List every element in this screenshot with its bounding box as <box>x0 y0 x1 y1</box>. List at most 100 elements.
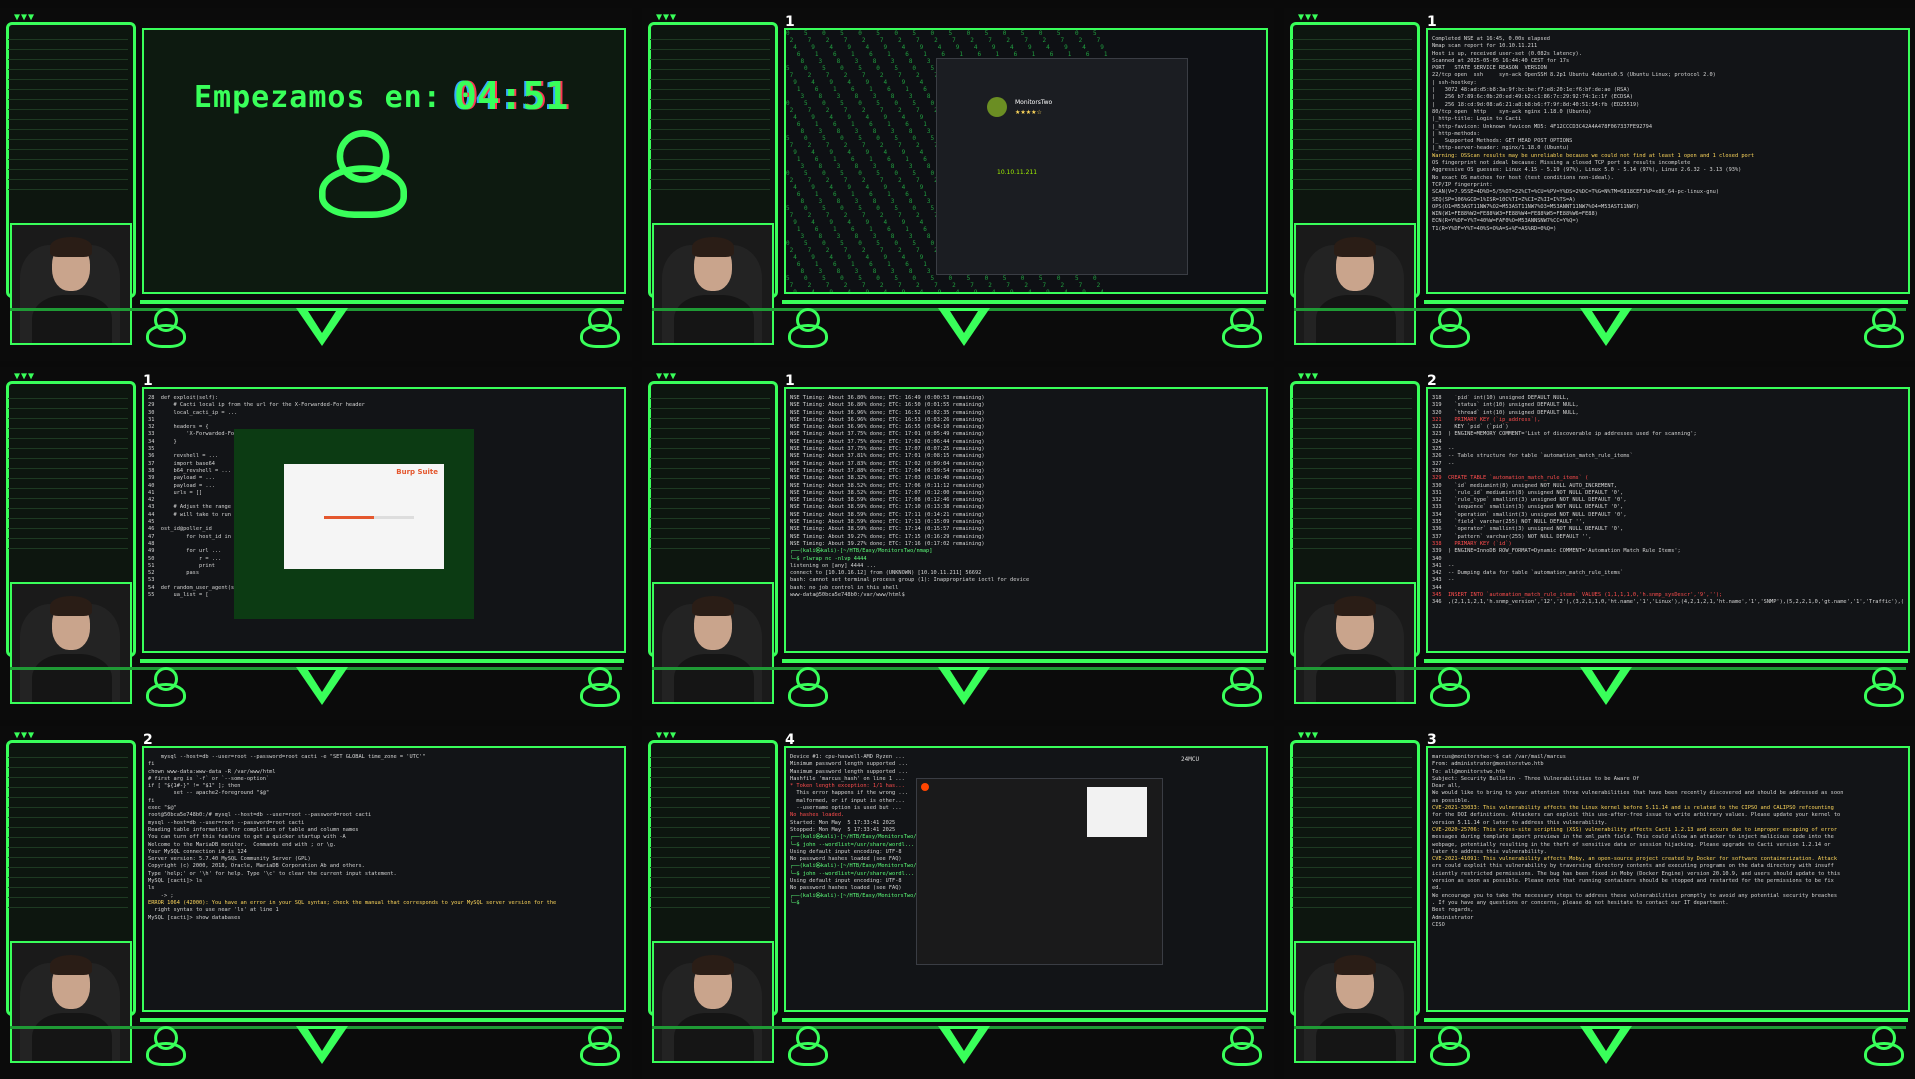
chat-message <box>650 818 770 828</box>
terminal-line: Host is up, received user-set (0.082s la… <box>1432 50 1582 57</box>
duck-logo-icon <box>146 667 186 707</box>
streamer-hair-icon <box>50 596 92 616</box>
chat-message <box>650 180 770 190</box>
streamer-hair-icon <box>692 237 734 257</box>
triangle-inner-icon <box>1592 1029 1620 1051</box>
code-line: 29 # Cacti local ip from the url for the… <box>148 402 365 409</box>
terminal-line: NSE Timing: About 37.75% done; ETC: 17:0… <box>790 446 985 453</box>
chat-message <box>1292 150 1412 160</box>
chat-message <box>1292 180 1412 190</box>
chat-message <box>1292 120 1412 130</box>
burp-splash-window: Burp Suite <box>284 464 444 569</box>
chat-message <box>1292 509 1412 519</box>
chat-message <box>1292 878 1412 888</box>
terminal-line: NSE Timing: About 36.80% done; ETC: 16:5… <box>790 402 985 409</box>
frame-divider <box>140 659 624 663</box>
duck-body-icon <box>146 1042 186 1066</box>
chat-message <box>8 479 128 489</box>
terminal-line: 341 -- <box>1432 562 1455 569</box>
chat-message <box>1292 758 1412 768</box>
chat-message <box>650 449 770 459</box>
chat-message <box>1292 788 1412 798</box>
terminal-output: NSE Timing: About 36.80% done; ETC: 16:4… <box>790 395 1262 647</box>
terminal-line: 80/tcp open http syn-ack nginx 1.18.0 (U… <box>1432 108 1592 115</box>
terminal-line: 340 <box>1432 555 1442 562</box>
terminal-line: Welcome to the MariaDB monitor. Commands… <box>148 841 337 848</box>
thumbnail-tile: ▼▼▼ 1 NSE Timing: About 36.80% done; ETC:… <box>642 367 1274 720</box>
chat-message <box>1292 868 1412 878</box>
chat-message <box>1292 50 1412 60</box>
terminal-line: No exact OS matches for host (test condi… <box>1432 174 1614 181</box>
terminal-line: NSE Timing: About 38.59% done; ETC: 17:1… <box>790 511 985 518</box>
terminal-line: CVE-2020-25706: This cross-site scriptin… <box>1432 826 1838 833</box>
duck-logo-icon <box>1222 667 1262 707</box>
terminal-line: T1(R=Y%DF=Y%T=40%S=O%A=S+%F=AS%RD=0%Q=) <box>1432 225 1557 232</box>
chat-message <box>650 399 770 409</box>
duck-body-icon <box>1222 324 1262 348</box>
chat-message <box>8 509 128 519</box>
terminal-line: fi <box>148 797 155 804</box>
streamer-body-icon <box>1316 295 1396 343</box>
terminal-line: NSE Timing: About 36.96% done; ETC: 16:5… <box>790 409 985 416</box>
duck-body-icon <box>580 324 620 348</box>
terminal-line: connect to [10.10.16.12] from (UNKNOWN) … <box>790 570 982 577</box>
terminal-output: 318 `pid` int(10) unsigned DEFAULT NULL,… <box>1432 395 1904 647</box>
streamer-body-icon <box>674 295 754 343</box>
duck-logo-icon <box>1430 667 1470 707</box>
side-label: 24MCU <box>1181 756 1200 763</box>
chat-message <box>650 459 770 469</box>
chat-message <box>1292 130 1412 140</box>
chat-message <box>1292 90 1412 100</box>
triangle-inner-icon <box>950 1029 978 1051</box>
terminal-line: 333 `sequence` smallint(3) unsigned NOT … <box>1432 504 1624 511</box>
duck-logo-icon <box>788 667 828 707</box>
screen-capture: Device #1: cpu-haswell-AMD Ryzen ... Mini… <box>784 746 1268 1012</box>
chat-message <box>8 469 128 479</box>
countdown-timer: 04:51 <box>454 74 569 118</box>
thumbnail-tile: ▼▼▼ 2 mysql --host=db --user=root --pass… <box>0 726 632 1079</box>
frame-divider <box>1424 659 1908 663</box>
terminal-line: mysql --host=db --user=root --password=r… <box>148 819 305 826</box>
chat-message <box>8 419 128 429</box>
chat-message <box>1292 70 1412 80</box>
chat-message <box>650 120 770 130</box>
terminal-line: CISO <box>1432 921 1445 928</box>
screen-capture: 28 def exploit(self): 29 # Cacti local ip… <box>142 387 626 653</box>
chat-message <box>650 888 770 898</box>
terminal-line: NSE Timing: About 38.59% done; ETC: 17:0… <box>790 497 985 504</box>
terminal-line: marcus@monitorstwo:~$ cat /var/mail/marc… <box>1432 754 1566 760</box>
terminal-line: Device #1: cpu-haswell-AMD Ryzen ... <box>790 754 905 760</box>
chat-message <box>8 110 128 120</box>
chat-message <box>8 439 128 449</box>
terminal-line: Dear all, <box>1432 783 1461 790</box>
chat-message <box>650 858 770 868</box>
frame-divider <box>782 1018 1266 1022</box>
chat-message <box>1292 409 1412 419</box>
chat-message <box>650 798 770 808</box>
duck-body-icon <box>1222 1042 1262 1066</box>
chat-message <box>1292 100 1412 110</box>
terminal-line: NSE Timing: About 37.81% done; ETC: 17:0… <box>790 453 985 460</box>
terminal-line: 335 `field` varchar(255) NOT NULL DEFAUL… <box>1432 519 1586 526</box>
chat-message <box>650 838 770 848</box>
terminal-line: Reading table information for completion… <box>148 826 359 833</box>
terminal-line: SCAN(V=7.95SE=4D%D=5/5%OT=22%CT=%CU=%PV=… <box>1432 189 1720 196</box>
chat-message <box>650 509 770 519</box>
chat-messages <box>650 748 770 923</box>
chat-message <box>8 898 128 908</box>
chat-messages <box>8 30 128 205</box>
terminal-line: 326 -- Table structure for table `automa… <box>1432 453 1633 460</box>
terminal-line: NSE Timing: About 38.52% done; ETC: 17:0… <box>790 482 985 489</box>
chat-message <box>8 80 128 90</box>
chat-message <box>1292 798 1412 808</box>
burp-loading-bar <box>324 516 414 519</box>
chat-message <box>8 758 128 768</box>
chat-message <box>650 539 770 549</box>
duck-logo-icon <box>1864 667 1904 707</box>
chat-message <box>1292 429 1412 439</box>
chat-message <box>650 878 770 888</box>
terminal-line: NSE Timing: About 38.59% done; ETC: 17:1… <box>790 504 985 511</box>
chat-message <box>650 788 770 798</box>
chat-message <box>650 140 770 150</box>
chat-message <box>650 808 770 818</box>
